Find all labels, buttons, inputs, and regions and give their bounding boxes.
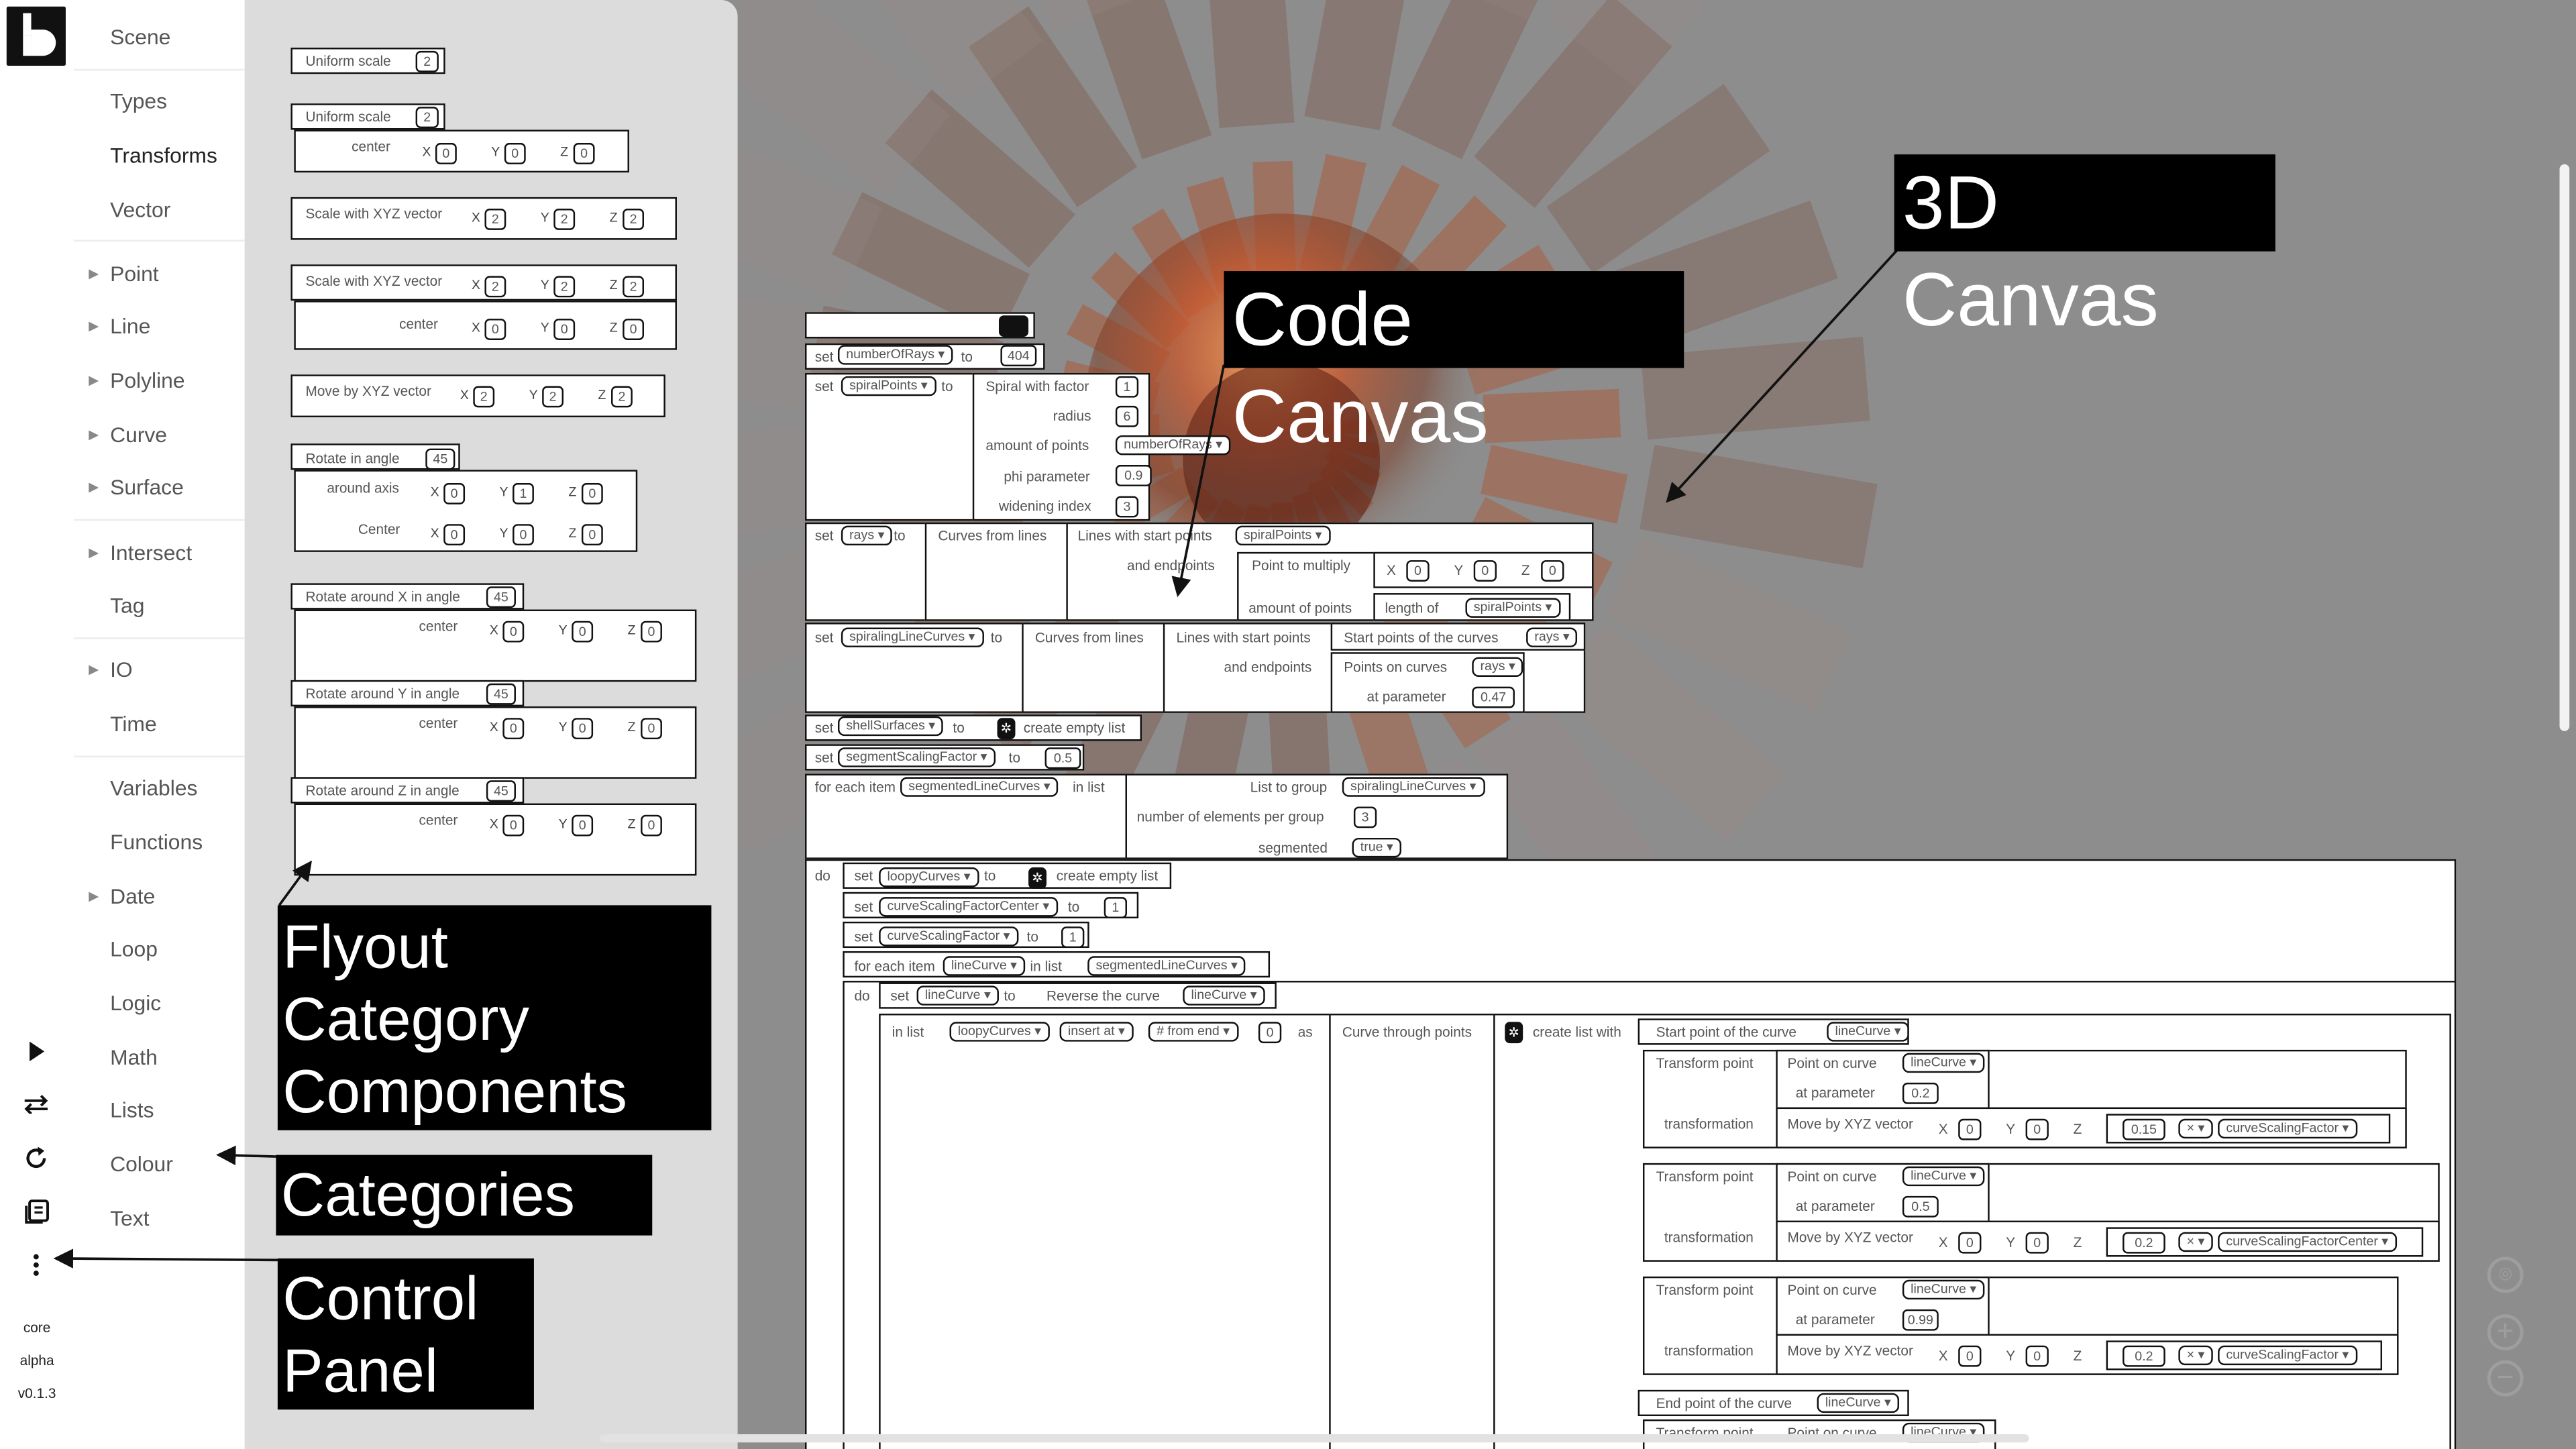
annotation-flyout: Flyout Category Components [277,905,712,1130]
annotation-code-canvas: Code Canvas [1224,271,1684,458]
annotation-control-panel: Control Panel [277,1258,534,1410]
annotation-categories: Categories [276,1155,653,1236]
annotation-3d-canvas: 3D Canvas [1894,154,2275,341]
